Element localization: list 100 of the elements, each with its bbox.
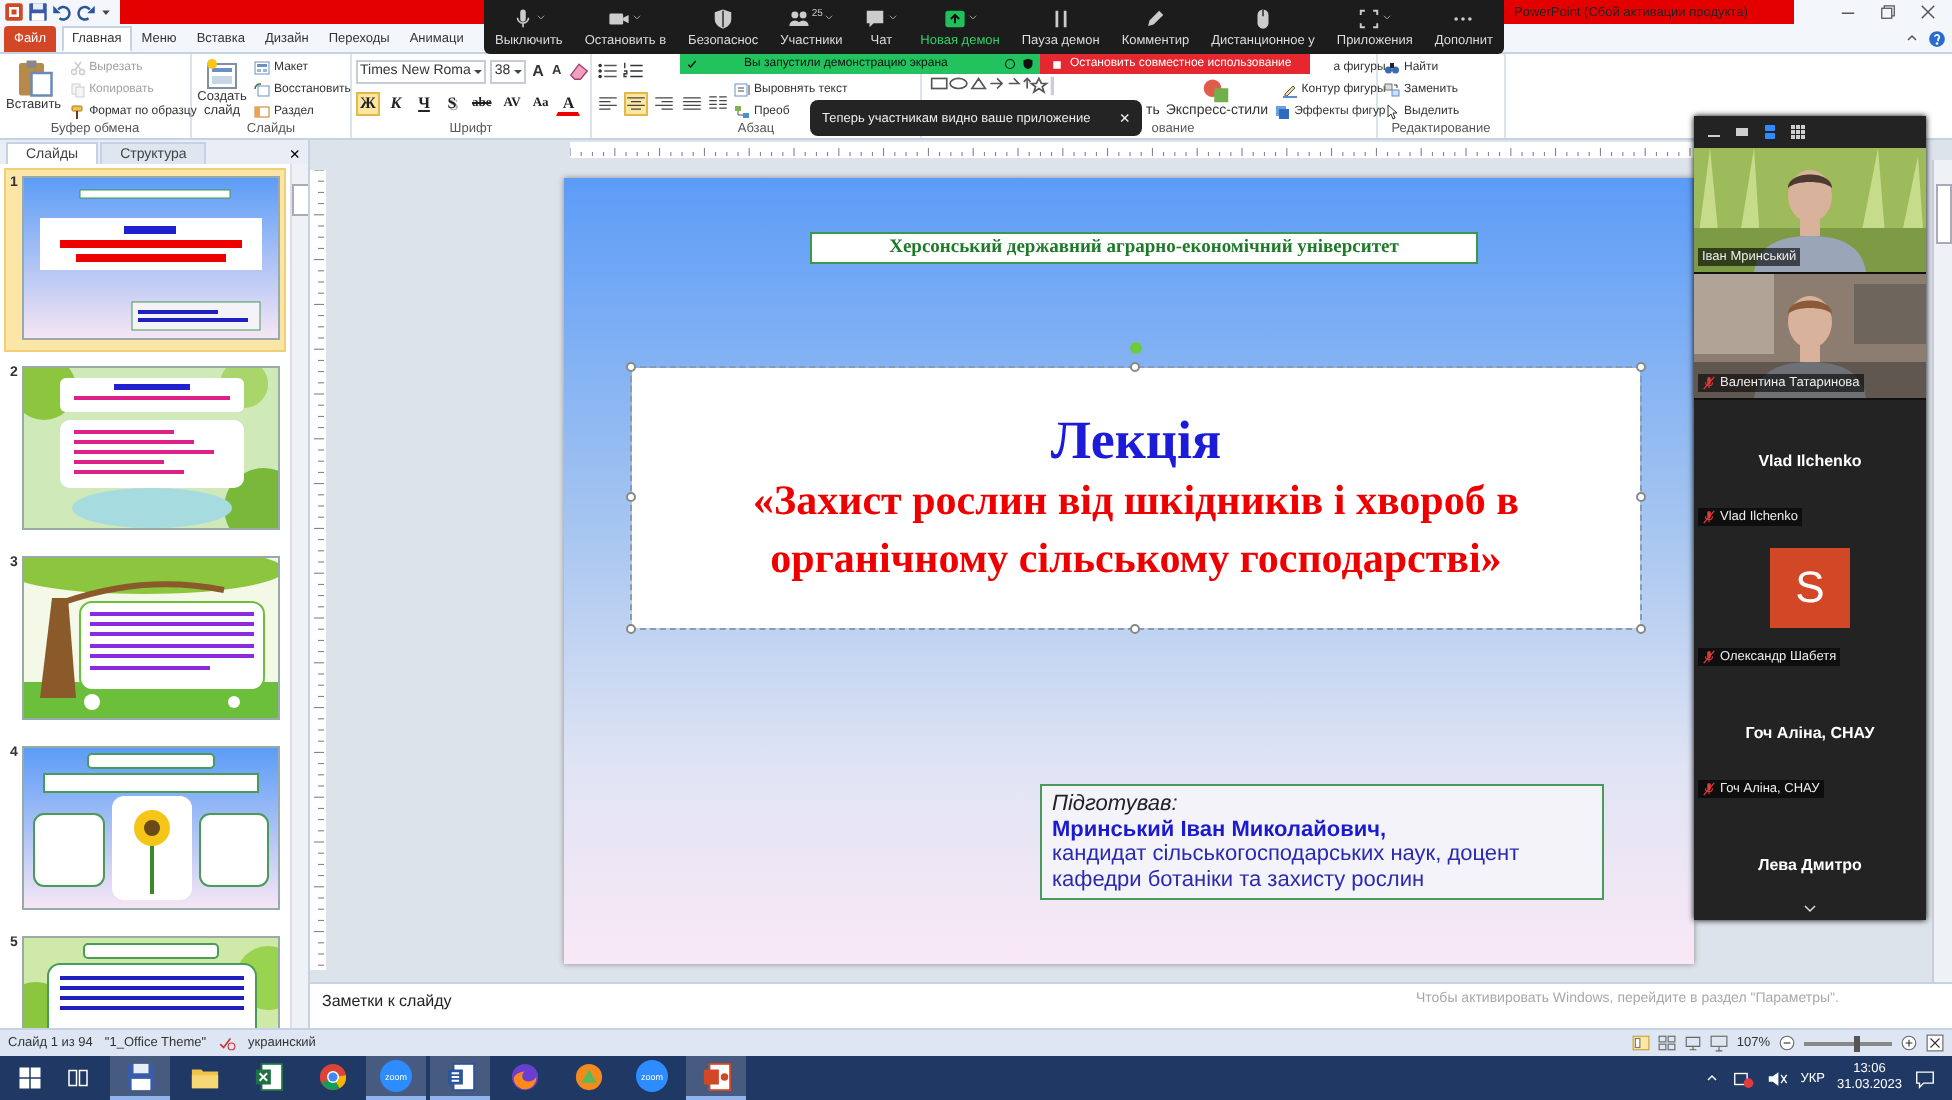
app-icon <box>573 1061 603 1091</box>
help-icon[interactable] <box>1928 29 1946 47</box>
slide-heading: Лекція <box>1050 408 1222 472</box>
align-button[interactable] <box>596 91 620 115</box>
align-left-icon <box>598 93 618 113</box>
resize-handle[interactable] <box>626 624 636 634</box>
windows-icon[interactable] <box>18 1066 42 1090</box>
format-button[interactable]: S <box>440 91 464 115</box>
align-text-icon <box>734 82 750 98</box>
taskbar-button[interactable] <box>430 1056 490 1100</box>
resize-handle[interactable] <box>1130 362 1140 372</box>
shape-effects-icon <box>1274 104 1291 120</box>
chevron-down-icon[interactable] <box>1381 11 1392 21</box>
normal-view-icon[interactable] <box>1632 1034 1651 1052</box>
align-button[interactable] <box>680 91 704 115</box>
replace-icon <box>1384 82 1400 98</box>
resize-handle[interactable] <box>1636 492 1646 502</box>
notification-icon[interactable] <box>1914 1067 1936 1089</box>
numbered-list-icon[interactable] <box>622 60 644 82</box>
undo-icon[interactable] <box>52 2 72 22</box>
university-heading: Херсонський державний аграрно-економічний університет <box>810 232 1478 264</box>
binoculars-icon <box>1384 60 1400 76</box>
author-credentials: кандидат сільськогосподарських наук, доцент кафедри ботаніки та захисту рослин <box>1052 842 1522 892</box>
grid-view-icon[interactable] <box>1790 124 1806 140</box>
browser-icon <box>317 1061 347 1091</box>
people-icon <box>787 7 810 29</box>
speaker-icon[interactable] <box>1766 1067 1789 1089</box>
format-button[interactable]: К <box>384 91 408 115</box>
chevron-down-icon[interactable] <box>967 11 978 21</box>
shape-styles-icon <box>1202 76 1231 104</box>
pen-icon <box>1144 7 1167 29</box>
floppy-icon[interactable] <box>28 2 48 22</box>
close-button[interactable]: × <box>281 144 308 164</box>
resize-handle[interactable] <box>1130 624 1140 634</box>
align-button[interactable] <box>652 91 676 115</box>
bullet-list-icon[interactable] <box>596 60 618 82</box>
fit-slide-icon[interactable] <box>1926 1034 1944 1052</box>
spreadsheet-icon <box>253 1061 283 1091</box>
grow-font-button[interactable]: A <box>530 62 546 80</box>
slideshow-icon[interactable] <box>1710 1034 1729 1052</box>
document-icon <box>445 1061 475 1091</box>
scrollbar[interactable] <box>290 164 308 1028</box>
taskbar-button[interactable] <box>686 1056 746 1100</box>
chevron-down-icon[interactable] <box>824 11 835 21</box>
zoom-out-icon[interactable] <box>1778 1034 1796 1052</box>
columns-icon[interactable] <box>708 92 728 114</box>
align-button[interactable] <box>624 91 648 115</box>
microphone-icon <box>511 7 534 29</box>
close-icon[interactable] <box>1916 2 1940 22</box>
presentation-icon[interactable] <box>4 2 24 22</box>
author-name: Мринський Іван Миколайович, <box>1052 817 1389 842</box>
justify-icon <box>682 93 702 113</box>
chevron-up-icon[interactable] <box>1904 30 1920 46</box>
format-button[interactable]: Ч <box>412 91 436 115</box>
restore-icon[interactable] <box>1876 2 1900 22</box>
chevron-down-icon[interactable] <box>888 11 899 21</box>
circle-icon[interactable] <box>1004 58 1016 70</box>
reading-view-icon[interactable] <box>1684 1034 1703 1052</box>
layout-icon <box>254 60 270 76</box>
copy-icon <box>69 82 86 98</box>
avatar: S <box>1770 548 1850 628</box>
chevron-down-icon[interactable] <box>632 11 643 21</box>
redo-icon[interactable] <box>76 2 96 22</box>
task-view-icon[interactable] <box>66 1066 90 1090</box>
shapes-gallery[interactable] <box>930 76 1054 96</box>
scrollbar[interactable] <box>1932 160 1952 982</box>
shield-icon <box>712 7 735 29</box>
resize-handle[interactable] <box>626 492 636 502</box>
presentation-icon <box>701 1061 731 1091</box>
paintbrush-icon <box>69 104 86 120</box>
shield-icon[interactable] <box>1022 58 1034 70</box>
speaker-view-icon[interactable] <box>1734 124 1750 140</box>
resize-handle[interactable] <box>1636 362 1646 372</box>
slider-thumb[interactable] <box>1854 1035 1861 1051</box>
globe-icon <box>509 1061 539 1091</box>
resize-handle[interactable] <box>626 362 636 372</box>
scroll-thumb[interactable] <box>292 184 308 216</box>
network-icon[interactable] <box>1732 1067 1755 1089</box>
eraser-icon[interactable] <box>567 60 590 82</box>
format-button[interactable]: A <box>556 91 581 115</box>
reset-icon <box>254 82 270 98</box>
upload-icon <box>943 7 966 29</box>
resize-handle[interactable] <box>1636 624 1646 634</box>
format-button[interactable]: Ж <box>356 91 380 115</box>
scroll-thumb[interactable] <box>1935 184 1951 244</box>
spellcheck-icon[interactable] <box>218 1034 237 1052</box>
participant-name: Лева Дмитро <box>1758 856 1862 876</box>
align-right-icon <box>654 93 674 113</box>
taskbar-button[interactable] <box>110 1056 170 1100</box>
rotate-handle[interactable] <box>1130 342 1142 354</box>
slide-subtitle: «Захист рослин від шкідників і хвороб в органічному сільському господарстві» <box>751 474 1521 586</box>
participant-name: Vlad Ilchenko <box>1758 452 1862 472</box>
chevron-up-icon[interactable] <box>1704 1070 1721 1086</box>
pencil-icon <box>1281 82 1298 98</box>
strip-view-icon[interactable] <box>1762 124 1778 140</box>
sorter-view-icon[interactable] <box>1658 1034 1677 1052</box>
close-button[interactable]: × <box>1119 109 1130 127</box>
chevron-down-icon[interactable] <box>535 11 546 21</box>
zoom-in-icon[interactable] <box>1900 1034 1918 1052</box>
author-label: Підготував: <box>1052 792 1180 817</box>
